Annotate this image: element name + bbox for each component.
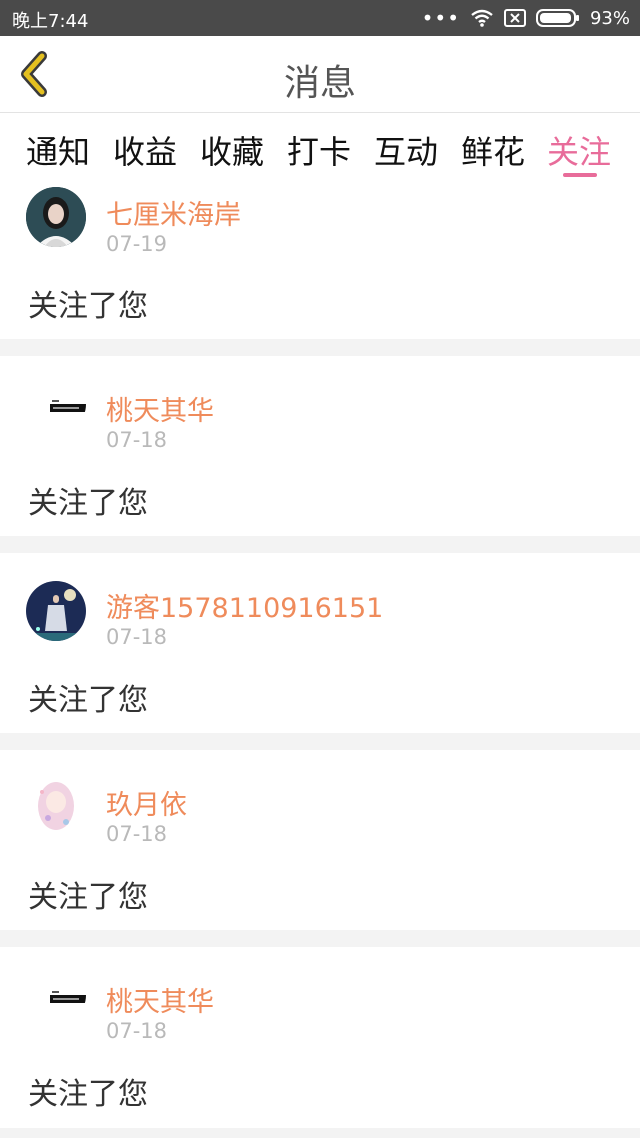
username[interactable]: 桃天其华 [106, 389, 214, 428]
message-date: 07-18 [106, 822, 168, 846]
status-bar: 晚上7:44 ••• 93% [0, 0, 640, 36]
message-date: 07-18 [106, 428, 168, 452]
battery-percent: 93% [589, 7, 630, 29]
active-tab-indicator [563, 173, 597, 177]
tab-follow[interactable]: 关注 [547, 127, 611, 173]
message-text: 关注了您 [28, 1077, 148, 1112]
avatar[interactable] [26, 778, 86, 838]
anime-girl-avatar [26, 778, 86, 838]
tab-earnings[interactable]: 收益 [113, 127, 177, 173]
sim-off-icon [503, 9, 526, 27]
message-text: 关注了您 [28, 289, 148, 324]
avatar[interactable] [26, 581, 86, 641]
message-date: 07-19 [106, 232, 168, 256]
avatar[interactable] [26, 374, 86, 434]
message-item[interactable]: 七厘米海岸 07-19 关注了您 [0, 179, 640, 339]
message-date: 07-18 [106, 625, 168, 649]
message-item[interactable]: 桃天其华 07-18 关注了您 [0, 947, 640, 1128]
message-text: 关注了您 [28, 486, 148, 521]
wifi-icon [471, 9, 493, 27]
avatar[interactable] [26, 187, 86, 247]
username[interactable]: 七厘米海岸 [106, 193, 241, 232]
message-item[interactable]: 玖月依 07-18 关注了您 [0, 750, 640, 930]
username[interactable]: 游客1578110916151 [106, 586, 383, 625]
more-dots-icon: ••• [421, 6, 460, 30]
message-text: 关注了您 [28, 880, 148, 915]
username[interactable]: 玖月依 [106, 783, 187, 822]
message-date: 07-18 [106, 1019, 168, 1043]
message-text: 关注了您 [28, 683, 148, 718]
card-image-avatar [26, 374, 86, 434]
tab-notifications[interactable]: 通知 [26, 127, 90, 173]
username[interactable]: 桃天其华 [106, 980, 214, 1019]
tab-checkin[interactable]: 打卡 [287, 127, 351, 173]
page-title: 消息 [283, 63, 356, 104]
message-item[interactable]: 游客1578110916151 07-18 关注了您 [0, 553, 640, 733]
tab-interactions[interactable]: 互动 [374, 127, 438, 173]
message-item[interactable]: 桃天其华 07-18 关注了您 [0, 356, 640, 536]
avatar[interactable] [26, 965, 86, 1025]
header: 消息 [0, 36, 640, 113]
battery-icon [535, 9, 579, 27]
tab-bar: 通知 收益 收藏 打卡 互动 鲜花 关注 [0, 113, 640, 179]
tab-flowers[interactable]: 鲜花 [461, 127, 525, 173]
girl-portrait-avatar [26, 187, 86, 247]
game-character-avatar [26, 581, 86, 641]
tab-favorites[interactable]: 收藏 [200, 127, 264, 173]
card-image-avatar [26, 965, 86, 1025]
status-icons: ••• 93% [422, 6, 630, 30]
status-time: 晚上7:44 [12, 11, 89, 32]
